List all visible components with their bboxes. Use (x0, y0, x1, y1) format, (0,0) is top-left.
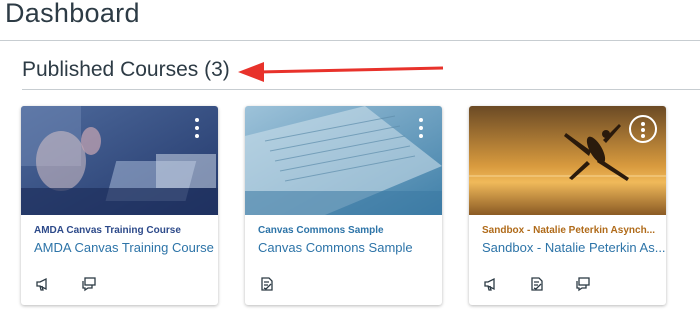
course-card-amda[interactable]: AMDA Canvas Training Course AMDA Canvas … (21, 106, 218, 305)
card-options-icon[interactable] (192, 118, 202, 138)
course-card-image[interactable] (245, 106, 442, 215)
discussions-icon[interactable] (575, 276, 591, 292)
announcements-icon[interactable] (483, 276, 499, 292)
section-divider (22, 89, 700, 90)
assignments-icon[interactable] (529, 276, 545, 292)
page-title: Dashboard (5, 0, 140, 28)
course-card-image[interactable] (469, 106, 666, 215)
course-card-name[interactable]: Canvas Commons Sample (258, 240, 413, 255)
course-card-name[interactable]: Sandbox - Natalie Peterkin As... (482, 240, 666, 255)
section-title: Published Courses (3) (22, 58, 230, 81)
discussions-icon[interactable] (81, 276, 97, 292)
card-options-icon[interactable] (416, 118, 426, 138)
course-card-commons[interactable]: Canvas Commons Sample Canvas Commons Sam… (245, 106, 442, 305)
course-card-code[interactable]: AMDA Canvas Training Course (34, 225, 181, 236)
red-arrow-annotation (238, 62, 444, 82)
assignments-icon[interactable] (259, 276, 275, 292)
card-options-icon[interactable] (629, 115, 657, 143)
course-card-code[interactable]: Sandbox - Natalie Peterkin Asynch... (482, 225, 655, 236)
course-card-code[interactable]: Canvas Commons Sample (258, 225, 384, 236)
course-card-image[interactable] (21, 106, 218, 215)
announcements-icon[interactable] (35, 276, 51, 292)
course-card-sandbox[interactable]: Sandbox - Natalie Peterkin Asynch... San… (469, 106, 666, 305)
course-card-name[interactable]: AMDA Canvas Training Course (34, 240, 214, 255)
header-divider (0, 40, 700, 41)
